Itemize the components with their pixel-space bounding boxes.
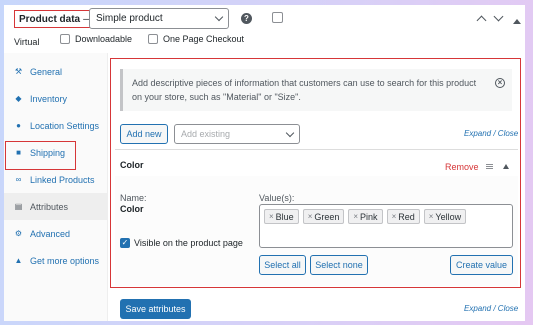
value-chip-label: Red <box>398 211 415 222</box>
link-icon: ∞ <box>15 175 22 184</box>
value-chip-label: Blue <box>275 211 294 222</box>
name-value: Color <box>120 204 144 214</box>
chevron-down-icon <box>214 12 224 22</box>
value-chip-yellow: × Yellow <box>423 209 467 224</box>
name-label: Name: <box>120 193 147 203</box>
product-data-tabs: ⚒ General ◆ Inventory ● Location Setting… <box>4 53 108 321</box>
save-attributes-button[interactable]: Save attributes <box>120 299 191 319</box>
tab-location-settings-label: Location Settings <box>30 120 100 131</box>
add-existing-placeholder: Add existing <box>181 129 231 139</box>
tab-general-label: General <box>30 66 63 77</box>
plugin-icon: ▲ <box>14 256 23 265</box>
tab-location-settings[interactable]: ● Location Settings <box>4 112 108 139</box>
expand-close-link[interactable]: Expand / Close <box>464 129 518 138</box>
value-chip-red: × Red <box>386 209 420 224</box>
tab-inventory-label: Inventory <box>30 93 68 104</box>
create-value-button[interactable]: Create value <box>450 255 513 275</box>
product-data-panel: Product data — Simple product ? Virtual … <box>4 5 525 321</box>
attributes-notice: Add descriptive pieces of information th… <box>120 69 512 111</box>
tag-icon: ◆ <box>15 94 22 103</box>
tab-get-more-options-label: Get more options <box>30 255 100 266</box>
help-icon[interactable]: ? <box>241 13 252 24</box>
chevron-down-icon <box>285 128 295 137</box>
add-new-button[interactable]: Add new <box>120 124 168 144</box>
visible-on-product-page[interactable]: ✓ Visible on the product page <box>120 238 243 248</box>
value-chip-label: Yellow <box>435 211 462 222</box>
downloadable-label: Downloadable <box>75 34 133 44</box>
move-down-icon[interactable] <box>493 11 504 22</box>
value-chip-pink: × Pink <box>348 209 383 224</box>
drag-handle-icon[interactable] <box>486 164 493 169</box>
header-checkbox[interactable] <box>272 12 283 23</box>
tab-get-more-options[interactable]: ▲ Get more options <box>4 247 108 274</box>
product-type-value: Simple product <box>96 13 163 24</box>
location-icon: ● <box>16 121 21 130</box>
virtual-label: Virtual <box>14 37 40 47</box>
tab-inventory[interactable]: ◆ Inventory <box>4 85 108 112</box>
remove-value-icon[interactable]: × <box>353 212 358 221</box>
gear-icon: ⚙ <box>14 229 23 238</box>
tab-linked-products-label: Linked Products <box>30 174 95 185</box>
remove-value-icon[interactable]: × <box>392 212 397 221</box>
one-page-checkout-label: One Page Checkout <box>163 34 245 44</box>
notice-text: Add descriptive pieces of information th… <box>132 78 477 102</box>
tab-general[interactable]: ⚒ General <box>4 58 108 85</box>
close-icon[interactable]: × <box>495 78 505 88</box>
tab-attributes-label: Attributes <box>30 201 69 212</box>
values-label: Value(s): <box>259 193 295 203</box>
tab-linked-products[interactable]: ∞ Linked Products <box>4 166 108 193</box>
downloadable-option[interactable]: Downloadable <box>60 34 132 44</box>
select-all-button[interactable]: Select all <box>259 255 306 275</box>
move-up-icon[interactable] <box>476 15 487 26</box>
one-page-checkout-option[interactable]: One Page Checkout <box>148 34 244 44</box>
collapse-panel-icon[interactable] <box>513 19 521 24</box>
visible-label: Visible on the product page <box>134 238 243 248</box>
add-existing-select[interactable]: Add existing <box>174 124 300 144</box>
attributes-tab-highlight <box>5 141 76 170</box>
wrench-icon: ⚒ <box>14 67 23 76</box>
visible-checkbox[interactable]: ✓ <box>120 238 130 248</box>
product-data-label: Product data <box>19 13 81 25</box>
divider <box>115 149 518 150</box>
remove-value-icon[interactable]: × <box>429 212 434 221</box>
remove-value-icon[interactable]: × <box>308 212 313 221</box>
product-type-select[interactable]: Simple product <box>89 8 229 29</box>
downloadable-checkbox[interactable] <box>60 34 70 44</box>
tab-advanced[interactable]: ⚙ Advanced <box>4 220 108 247</box>
tab-attributes[interactable]: ▤ Attributes <box>4 193 108 220</box>
expand-close-link-bottom[interactable]: Expand / Close <box>464 304 518 313</box>
value-chip-green: × Green <box>302 209 345 224</box>
value-chip-blue: × Blue <box>264 209 299 224</box>
product-data-title: Product data — <box>14 10 99 28</box>
one-page-checkout-checkbox[interactable] <box>148 34 158 44</box>
table-icon: ▤ <box>14 202 23 211</box>
value-chip-label: Pink <box>360 211 378 222</box>
remove-attribute-link[interactable]: Remove <box>445 162 479 172</box>
values-input[interactable]: × Blue × Green × Pink × Red × Yellow <box>259 204 513 248</box>
tab-advanced-label: Advanced <box>30 228 71 239</box>
value-chip-label: Green <box>314 211 340 222</box>
select-none-button[interactable]: Select none <box>310 255 368 275</box>
collapse-attribute-icon[interactable] <box>503 164 509 169</box>
attribute-title[interactable]: Color <box>120 160 144 170</box>
remove-value-icon[interactable]: × <box>269 212 274 221</box>
